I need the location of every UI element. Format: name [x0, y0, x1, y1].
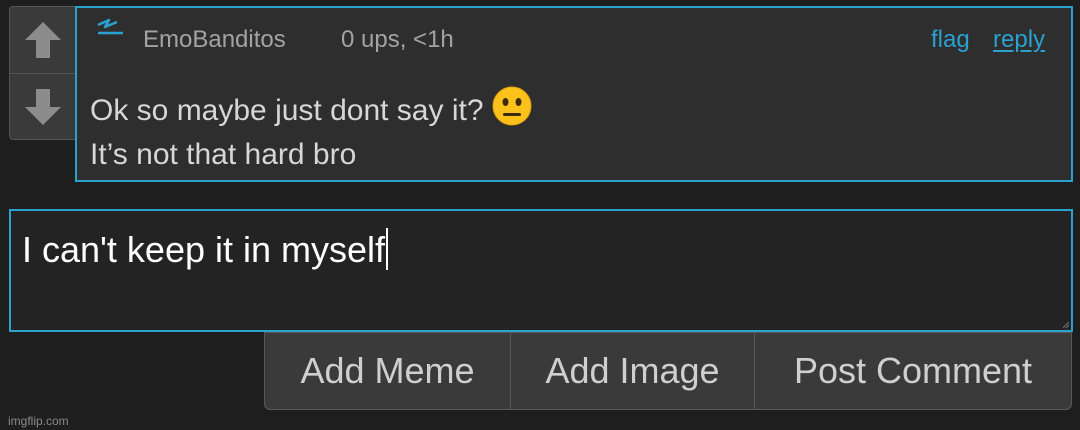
- reply-link[interactable]: reply: [993, 26, 1045, 54]
- text-caret: [386, 228, 389, 270]
- reply-text: I can't keep it in myself: [22, 229, 386, 270]
- reply-textarea[interactable]: I can't keep it in myself: [9, 209, 1073, 332]
- lightning-badge-icon: [97, 18, 123, 35]
- add-meme-button[interactable]: Add Meme: [265, 333, 510, 409]
- post-comment-button[interactable]: Post Comment: [754, 333, 1071, 409]
- comment-body: Ok so maybe just dont say it? It’s not t…: [90, 86, 532, 177]
- arrow-up-icon: [25, 22, 61, 58]
- comment-thread-page: EmoBanditos 0 ups, <1h flag reply Ok so …: [0, 0, 1080, 430]
- comment-username[interactable]: EmoBanditos: [143, 26, 286, 54]
- comment-card: EmoBanditos 0 ups, <1h flag reply Ok so …: [75, 6, 1073, 182]
- flag-link[interactable]: flag: [931, 26, 970, 54]
- comment-line-2: It’s not that hard bro: [90, 138, 357, 171]
- vote-box: [9, 6, 76, 140]
- neutral-face-emoji: [492, 86, 532, 126]
- imgflip-watermark: imgflip.com: [8, 414, 69, 428]
- comment-line-1-text: Ok so maybe just dont say it?: [90, 94, 484, 127]
- comment-meta: 0 ups, <1h: [341, 26, 454, 53]
- arrow-down-icon: [25, 89, 61, 125]
- comment-action-buttons: Add Meme Add Image Post Comment: [264, 332, 1072, 410]
- comment-line-1: Ok so maybe just dont say it?: [90, 86, 532, 133]
- downvote-button[interactable]: [10, 74, 76, 140]
- upvote-button[interactable]: [10, 7, 76, 73]
- add-image-button[interactable]: Add Image: [510, 333, 754, 409]
- reply-textarea-value: I can't keep it in myself: [22, 228, 389, 271]
- resize-handle-icon[interactable]: [1063, 322, 1069, 328]
